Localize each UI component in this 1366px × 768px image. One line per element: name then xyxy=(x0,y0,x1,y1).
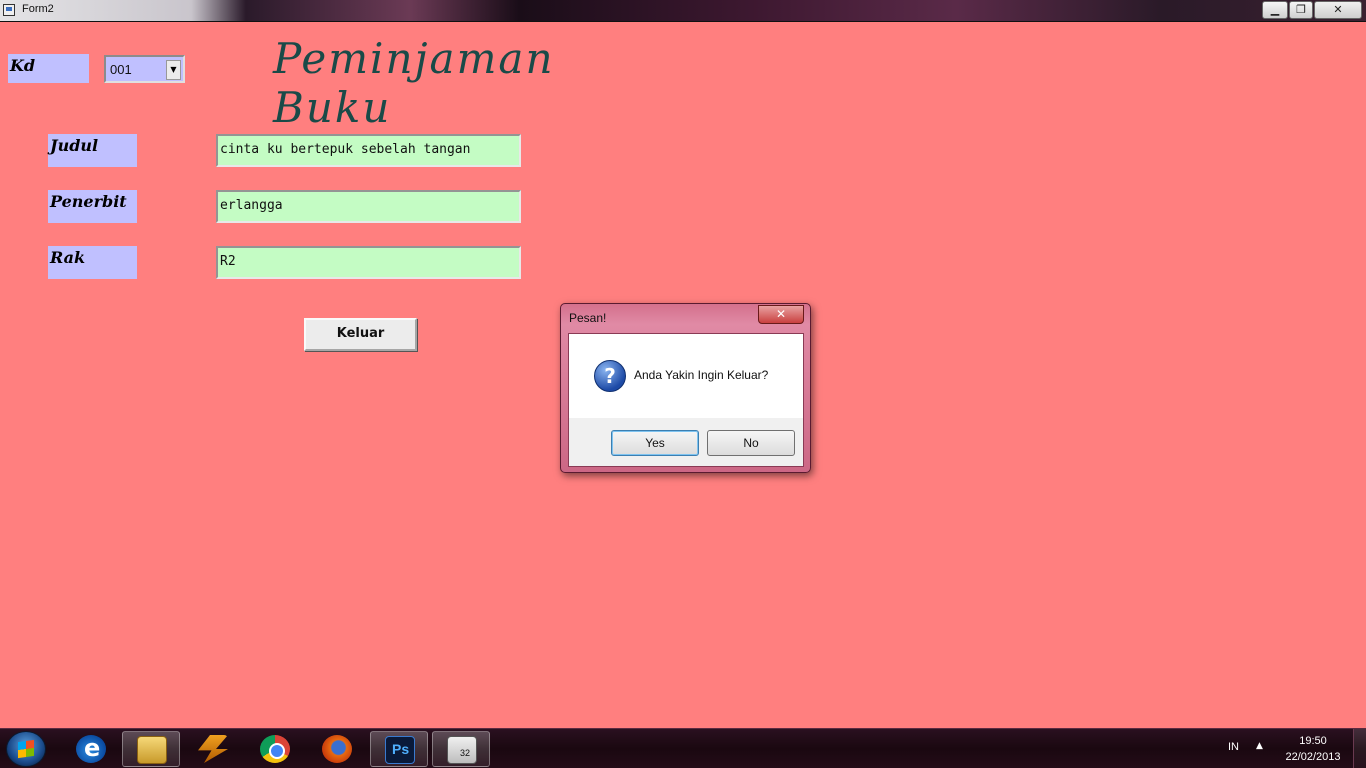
kd-combobox[interactable]: 001 ▼ xyxy=(104,55,185,83)
no-button[interactable]: No xyxy=(707,430,795,456)
dialog-message: Anda Yakin Ingin Keluar? xyxy=(634,368,769,382)
judul-label: Judul xyxy=(48,134,137,167)
dialog-message-area: ? Anda Yakin Ingin Keluar? xyxy=(569,334,803,418)
windows-explorer-icon xyxy=(137,736,167,764)
confirm-dialog: Pesan! ✕ ? Anda Yakin Ingin Keluar? Yes … xyxy=(560,303,811,473)
firefox-icon xyxy=(322,735,352,763)
clock-time[interactable]: 19:50 xyxy=(1283,735,1343,747)
vb6-app-icon xyxy=(447,736,477,764)
rak-label: Rak xyxy=(48,246,137,279)
show-hidden-icons-icon[interactable]: ▲ xyxy=(1256,741,1263,751)
chevron-down-icon[interactable]: ▼ xyxy=(166,60,181,80)
taskbar-windows-explorer[interactable] xyxy=(122,731,180,767)
question-icon: ? xyxy=(594,360,626,392)
dialog-close-button[interactable]: ✕ xyxy=(758,305,804,324)
show-desktop-button[interactable] xyxy=(1353,729,1366,768)
dialog-title: Pesan! xyxy=(569,311,607,325)
taskbar-winamp[interactable] xyxy=(184,731,242,767)
taskbar-internet-explorer[interactable] xyxy=(62,731,120,767)
form-app-icon[interactable] xyxy=(3,4,15,16)
minimize-button[interactable]: ▁ xyxy=(1262,1,1288,19)
judul-field[interactable]: cinta ku bertepuk sebelah tangan xyxy=(216,134,521,167)
rak-field[interactable]: R2 xyxy=(216,246,521,279)
taskbar-vb6-app[interactable] xyxy=(432,731,490,767)
kd-label: Kd xyxy=(8,54,89,83)
maximize-button[interactable]: ❐ xyxy=(1289,1,1313,19)
chrome-icon xyxy=(260,735,290,763)
taskbar-chrome[interactable] xyxy=(246,731,304,767)
photoshop-icon xyxy=(385,736,415,764)
internet-explorer-icon xyxy=(76,734,106,763)
kd-combobox-value: 001 xyxy=(110,62,132,77)
dialog-body: ? Anda Yakin Ingin Keluar? Yes No xyxy=(568,333,804,467)
yes-button[interactable]: Yes xyxy=(611,430,699,456)
window-title: Form2 xyxy=(22,3,54,15)
penerbit-label: Penerbit xyxy=(48,190,137,223)
winamp-icon xyxy=(198,735,228,763)
window-titlebar: Form2 ▁ ❐ ✕ xyxy=(0,0,1366,22)
taskbar-firefox[interactable] xyxy=(308,731,366,767)
page-title: Peminjaman Buku xyxy=(273,34,555,132)
start-button[interactable] xyxy=(6,731,46,767)
penerbit-field[interactable]: erlangga xyxy=(216,190,521,223)
close-window-button[interactable]: ✕ xyxy=(1314,1,1362,19)
keluar-button[interactable]: Keluar xyxy=(304,318,417,351)
taskbar: IN ▲ 19:50 22/02/2013 xyxy=(0,728,1366,768)
clock-date[interactable]: 22/02/2013 xyxy=(1281,751,1345,763)
language-indicator[interactable]: IN xyxy=(1228,741,1239,753)
taskbar-photoshop[interactable] xyxy=(370,731,428,767)
